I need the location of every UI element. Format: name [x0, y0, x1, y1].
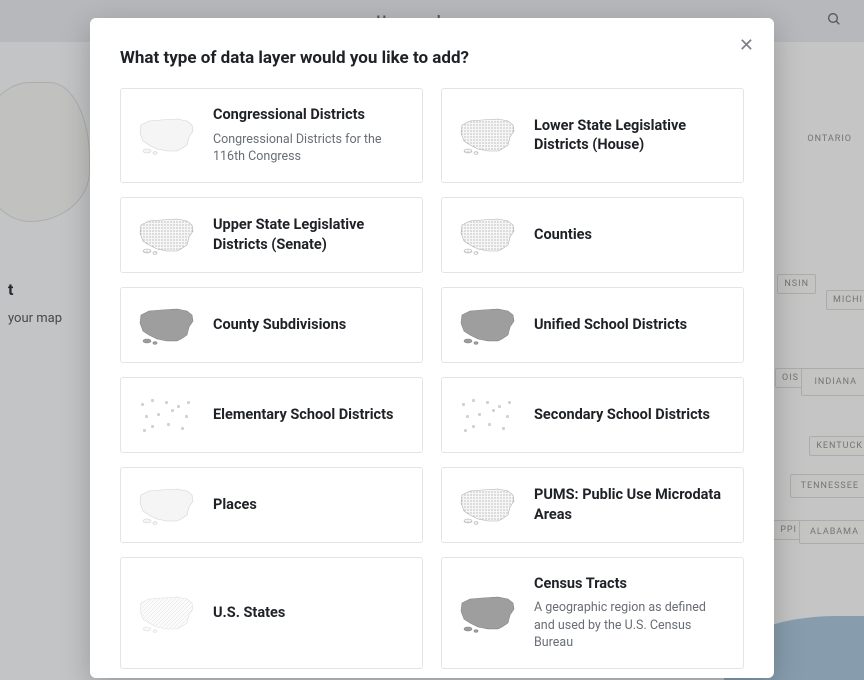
- layer-card[interactable]: Unified School Districts: [441, 287, 744, 363]
- layer-card-title: U.S. States: [213, 603, 406, 623]
- layer-card-text: Unified School Districts: [534, 315, 727, 335]
- layer-card-text: Secondary School Districts: [534, 405, 727, 425]
- layer-card-title: Census Tracts: [534, 574, 727, 594]
- layer-card[interactable]: Congressional Districts Congressional Dis…: [120, 88, 423, 183]
- layer-card[interactable]: Counties: [441, 197, 744, 273]
- layer-card[interactable]: County Subdivisions: [120, 287, 423, 363]
- layer-card-title: Places: [213, 495, 406, 515]
- layer-card-text: Census Tracts A geographic region as defi…: [534, 574, 727, 652]
- layer-card[interactable]: Upper State Legislative Districts (Senat…: [120, 197, 423, 273]
- layer-grid: Congressional Districts Congressional Dis…: [120, 88, 744, 669]
- layer-card-title: Congressional Districts: [213, 105, 406, 125]
- layer-thumbnail-icon: [458, 395, 518, 435]
- layer-card[interactable]: Places: [120, 467, 423, 543]
- layer-thumbnail-icon: [137, 215, 197, 255]
- close-icon: ✕: [739, 35, 754, 55]
- layer-card-text: Congressional Districts Congressional Dis…: [213, 105, 406, 166]
- layer-card-title: Lower State Legislative Districts (House…: [534, 116, 727, 155]
- layer-card-title: County Subdivisions: [213, 315, 406, 335]
- layer-card-title: Upper State Legislative Districts (Senat…: [213, 215, 406, 254]
- layer-thumbnail-icon: [137, 305, 197, 345]
- modal-title: What type of data layer would you like t…: [120, 48, 744, 68]
- layer-thumbnail-icon: [458, 215, 518, 255]
- layer-card[interactable]: Census Tracts A geographic region as defi…: [441, 557, 744, 669]
- layer-thumbnail-icon: [137, 115, 197, 155]
- layer-card-title: PUMS: Public Use Microdata Areas: [534, 485, 727, 524]
- layer-card-text: Counties: [534, 225, 727, 245]
- layer-thumbnail-icon: [458, 305, 518, 345]
- layer-thumbnail-icon: [137, 593, 197, 633]
- layer-thumbnail-icon: [458, 593, 518, 633]
- layer-card-title: Elementary School Districts: [213, 405, 406, 425]
- layer-thumbnail-icon: [458, 115, 518, 155]
- layer-card[interactable]: Elementary School Districts: [120, 377, 423, 453]
- layer-thumbnail-icon: [137, 395, 197, 435]
- layer-card-title: Unified School Districts: [534, 315, 727, 335]
- layer-card-text: Upper State Legislative Districts (Senat…: [213, 215, 406, 254]
- layer-card-text: Places: [213, 495, 406, 515]
- layer-card-title: Counties: [534, 225, 727, 245]
- layer-card-description: Congressional Districts for the 116th Co…: [213, 131, 406, 166]
- layer-card[interactable]: PUMS: Public Use Microdata Areas: [441, 467, 744, 543]
- layer-card[interactable]: U.S. States: [120, 557, 423, 669]
- layer-card[interactable]: Secondary School Districts: [441, 377, 744, 453]
- layer-thumbnail-icon: [458, 485, 518, 525]
- close-button[interactable]: ✕: [735, 32, 758, 58]
- layer-card[interactable]: Lower State Legislative Districts (House…: [441, 88, 744, 183]
- layer-card-title: Secondary School Districts: [534, 405, 727, 425]
- layer-card-text: U.S. States: [213, 603, 406, 623]
- layer-thumbnail-icon: [137, 485, 197, 525]
- layer-card-description: A geographic region as defined and used …: [534, 599, 727, 652]
- layer-card-text: PUMS: Public Use Microdata Areas: [534, 485, 727, 524]
- layer-card-text: County Subdivisions: [213, 315, 406, 335]
- layer-card-text: Lower State Legislative Districts (House…: [534, 116, 727, 155]
- layer-card-text: Elementary School Districts: [213, 405, 406, 425]
- add-layer-modal: ✕ What type of data layer would you like…: [90, 18, 774, 678]
